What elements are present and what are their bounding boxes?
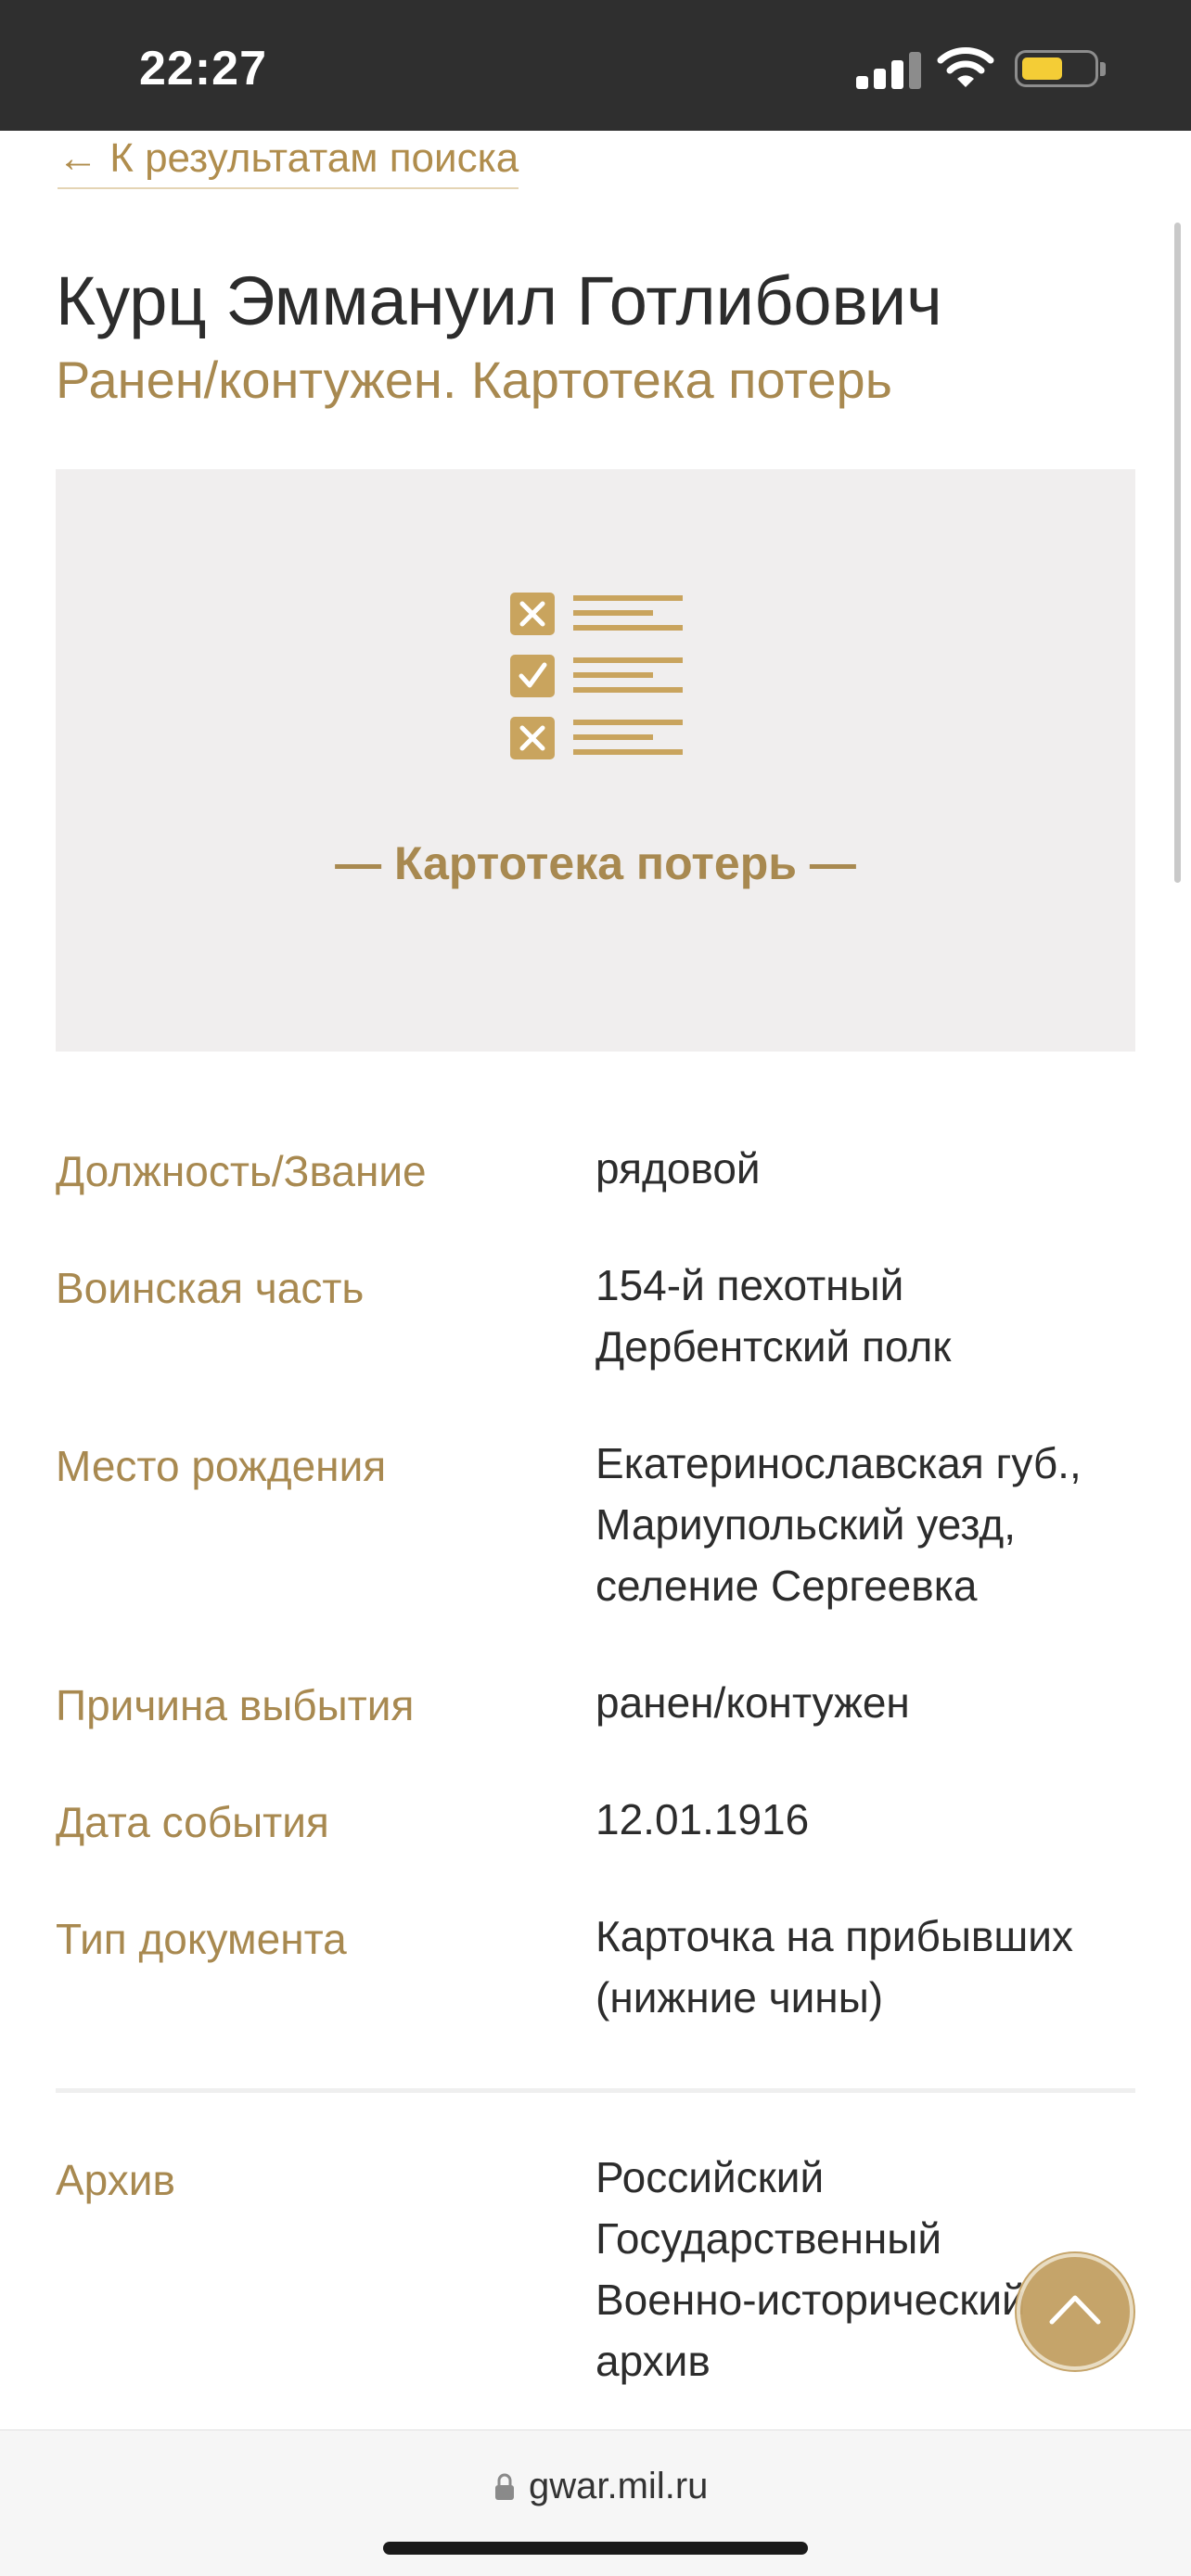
checklist-icon [510,593,683,759]
lock-icon [495,2473,514,2500]
status-bar: 22:27 [0,0,1191,131]
wifi-icon [937,47,994,87]
detail-label: Тип документа [56,1915,347,1963]
detail-value: рядовой [596,1144,761,1192]
chevron-up-icon [1049,2295,1101,2325]
battery-icon [1015,50,1098,87]
page-scrollbar[interactable] [1174,223,1181,883]
record-subtitle: Ранен/контужен. Картотека потерь [56,351,892,409]
detail-value: 154-й пехотный Дербентский полк [596,1261,952,1371]
back-to-results-link[interactable]: ← К результатам поиска [58,135,519,189]
battery-fill [1022,57,1062,80]
url-text[interactable]: gwar.mil.ru [529,2466,708,2507]
detail-label: Место рождения [56,1442,387,1490]
section-divider [56,2088,1135,2093]
detail-value: ранен/контужен [596,1678,910,1727]
home-indicator[interactable] [383,2542,808,2555]
cellular-signal-icon [856,48,921,89]
detail-value: Российский Государственный Военно-истори… [596,2153,1026,2385]
browser-address-bar[interactable]: gwar.mil.ru [0,2429,1191,2576]
card-caption: — Картотека потерь — [335,837,856,889]
document-card[interactable]: — Картотека потерь — [56,469,1135,1052]
detail-label: Дата события [56,1798,329,1846]
detail-value: Карточка на прибывших (нижние чины) [596,1912,1073,2021]
detail-label: Причина выбытия [56,1681,415,1729]
detail-label: Архив [56,2156,175,2204]
detail-label: Должность/Звание [56,1147,427,1195]
status-time: 22:27 [139,42,267,96]
scroll-to-top-button[interactable] [1017,2253,1133,2370]
detail-label: Воинская часть [56,1264,365,1312]
page-title: Курц Эммануил Готлибович [56,262,942,339]
detail-value: Екатеринославская губ., Мариупольский уе… [596,1439,1082,1610]
detail-value: 12.01.1916 [596,1795,810,1843]
